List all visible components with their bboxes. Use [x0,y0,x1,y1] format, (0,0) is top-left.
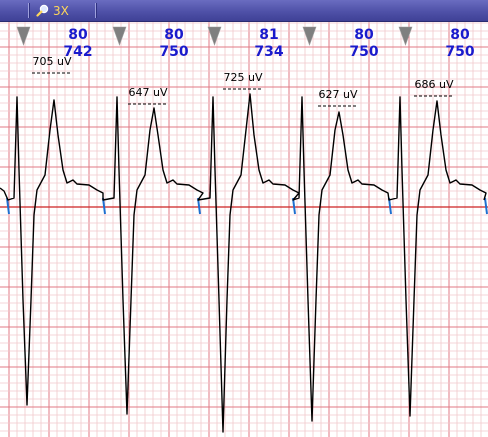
amplitude-label: 647 uV [129,86,168,99]
heart-rate-value: 80 [68,27,88,43]
toolbar: 3X [0,0,488,22]
rr-interval-value: 750 [159,44,188,60]
beat-tick [484,197,488,215]
amplitude-label: 705 uV [33,55,72,68]
beat-marker-triangle [207,26,222,46]
rr-interval-value: 734 [254,44,283,60]
heart-rate-value: 80 [450,27,470,43]
zoom-button[interactable]: 3X [36,2,69,19]
amplitude-label: 686 uV [415,78,454,91]
beat-marker-triangle [16,26,31,46]
ecg-strip[interactable]: 80 742 705 uV 80 750 647 uV 81 734 725 uV 80 750 62… [0,22,488,437]
rr-interval-value: 750 [349,44,378,60]
toolbar-separator [28,3,30,18]
beat-marker-triangle [112,26,127,46]
magnifier-icon [36,4,49,17]
heart-rate-value: 80 [164,27,184,43]
heart-rate-value: 81 [259,27,278,43]
zoom-level: 3X [53,3,69,18]
amplitude-label: 725 uV [224,71,263,84]
amplitude-label: 627 uV [319,88,358,101]
ecg-canvas: 80742705 uV80750647 uV81734725 uV8075062… [0,22,488,437]
rr-interval-value: 750 [445,44,474,60]
heart-rate-value: 80 [354,27,374,43]
beat-ticks [6,197,488,215]
toolbar-separator [95,3,97,18]
